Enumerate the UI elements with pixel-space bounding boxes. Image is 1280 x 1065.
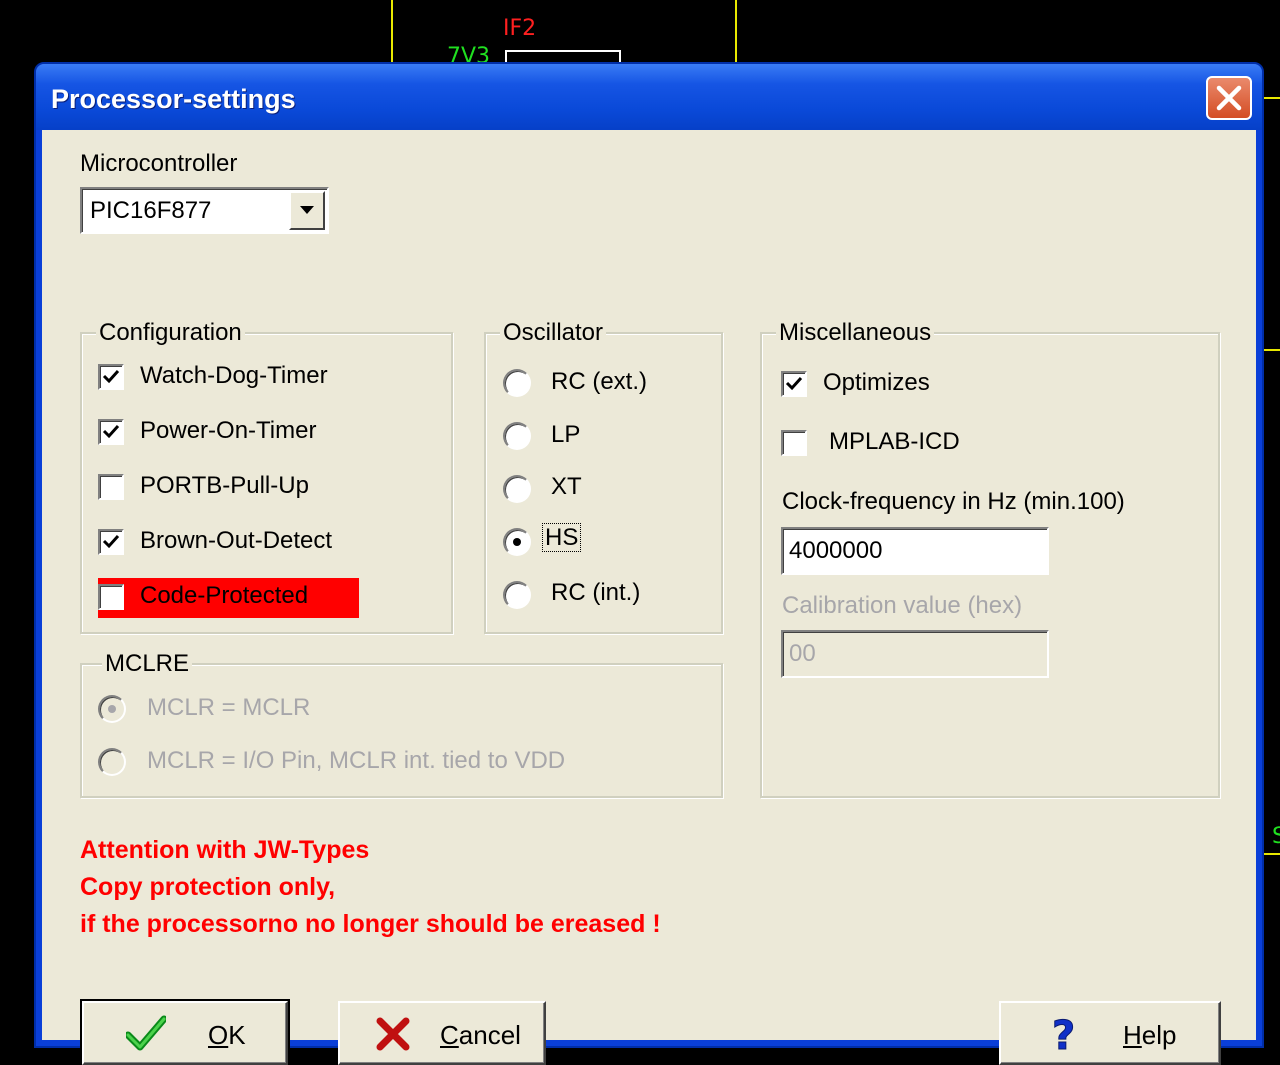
schematic-wire bbox=[1264, 349, 1280, 351]
checkmark-icon bbox=[102, 534, 120, 549]
miscellaneous-group-title: Miscellaneous bbox=[776, 319, 935, 347]
oscillator-xt-radio[interactable] bbox=[503, 475, 531, 503]
oscillator-lp-radio[interactable] bbox=[503, 422, 531, 450]
schematic-wire bbox=[1264, 853, 1280, 855]
warning-line-2: Copy protection only, bbox=[80, 873, 336, 901]
oscillator-rc-int-radio[interactable] bbox=[503, 581, 531, 609]
question-mark-icon: ? bbox=[1052, 1013, 1076, 1055]
microcontroller-select[interactable]: PIC16F877 bbox=[80, 187, 329, 234]
mclre-group: MCLRE bbox=[80, 650, 723, 798]
schematic-label: S bbox=[1272, 824, 1280, 849]
calibration-value-input bbox=[781, 630, 1049, 678]
schematic-wire bbox=[1264, 97, 1280, 99]
schematic-wire bbox=[735, 0, 737, 62]
code-protected-checkbox[interactable] bbox=[98, 584, 124, 610]
mplab-icd-label[interactable]: MPLAB-ICD bbox=[829, 428, 960, 456]
dialog-body: Microcontroller PIC16F877 Configuration … bbox=[42, 130, 1256, 1065]
help-button[interactable]: ? Help bbox=[999, 1001, 1221, 1065]
oscillator-rc-ext-label[interactable]: RC (ext.) bbox=[551, 368, 647, 396]
radio-selected-dot bbox=[108, 705, 116, 713]
optimizes-checkbox[interactable] bbox=[781, 371, 807, 397]
schematic-label: IF2 bbox=[503, 16, 537, 41]
watch-dog-timer-label[interactable]: Watch-Dog-Timer bbox=[140, 362, 328, 390]
oscillator-rc-ext-radio[interactable] bbox=[503, 369, 531, 397]
radio-selected-dot bbox=[513, 538, 521, 546]
close-icon bbox=[1216, 85, 1242, 111]
warning-line-3: if the processorno no longer should be e… bbox=[80, 910, 661, 938]
clock-frequency-input[interactable] bbox=[781, 527, 1049, 575]
window-title: Processor-settings bbox=[51, 84, 296, 114]
brown-out-detect-checkbox[interactable] bbox=[98, 529, 124, 555]
configuration-group-title: Configuration bbox=[96, 319, 245, 347]
checkmark-icon bbox=[785, 376, 803, 391]
mclr-equals-mclr-label: MCLR = MCLR bbox=[147, 694, 311, 721]
mclre-group-title: MCLRE bbox=[102, 650, 193, 678]
schematic-wire bbox=[391, 0, 393, 62]
oscillator-hs-radio[interactable] bbox=[503, 528, 531, 556]
microcontroller-label: Microcontroller bbox=[80, 150, 238, 177]
code-protected-label[interactable]: Code-Protected bbox=[140, 582, 308, 610]
ok-button[interactable]: OK bbox=[80, 999, 290, 1065]
title-bar[interactable]: Processor-settings bbox=[36, 64, 1262, 130]
portb-pull-up-checkbox[interactable] bbox=[98, 474, 124, 500]
mclr-io-pin-label: MCLR = I/O Pin, MCLR int. tied to VDD bbox=[147, 747, 566, 774]
oscillator-hs-label-wrap: HS bbox=[542, 523, 582, 552]
oscillator-rc-int-label[interactable]: RC (int.) bbox=[551, 579, 640, 607]
portb-pull-up-label[interactable]: PORTB-Pull-Up bbox=[140, 472, 309, 500]
cancel-button[interactable]: Cancel bbox=[338, 1001, 546, 1065]
chevron-down-icon bbox=[300, 206, 314, 214]
mclr-io-pin-radio bbox=[98, 748, 126, 776]
oscillator-lp-label[interactable]: LP bbox=[551, 421, 580, 449]
svg-text:?: ? bbox=[1052, 1013, 1075, 1055]
watch-dog-timer-checkbox[interactable] bbox=[98, 364, 124, 390]
help-button-label: Help bbox=[1123, 1020, 1177, 1050]
mplab-icd-checkbox[interactable] bbox=[781, 430, 807, 456]
oscillator-hs-label[interactable]: HS bbox=[542, 523, 582, 552]
oscillator-group-title: Oscillator bbox=[500, 319, 607, 347]
mclr-equals-mclr-radio bbox=[98, 695, 126, 723]
checkmark-icon bbox=[126, 1015, 166, 1051]
power-on-timer-checkbox[interactable] bbox=[98, 419, 124, 445]
checkmark-icon bbox=[102, 424, 120, 439]
warning-line-1: Attention with JW-Types bbox=[80, 836, 370, 864]
power-on-timer-label[interactable]: Power-On-Timer bbox=[140, 417, 316, 445]
checkmark-icon bbox=[102, 369, 120, 384]
ok-button-label: OK bbox=[208, 1020, 246, 1050]
processor-settings-dialog: Processor-settings Microcontroller PIC16… bbox=[34, 62, 1264, 1065]
microcontroller-value: PIC16F877 bbox=[90, 197, 212, 224]
close-button[interactable] bbox=[1206, 76, 1252, 120]
clock-frequency-label: Clock-frequency in Hz (min.100) bbox=[782, 488, 1125, 515]
calibration-value-label: Calibration value (hex) bbox=[782, 592, 1023, 619]
dropdown-button[interactable] bbox=[289, 191, 325, 230]
cross-icon bbox=[376, 1017, 410, 1051]
brown-out-detect-label[interactable]: Brown-Out-Detect bbox=[140, 527, 332, 555]
oscillator-xt-label[interactable]: XT bbox=[551, 473, 582, 501]
optimizes-label[interactable]: Optimizes bbox=[823, 369, 930, 397]
cancel-button-label: Cancel bbox=[440, 1020, 521, 1050]
